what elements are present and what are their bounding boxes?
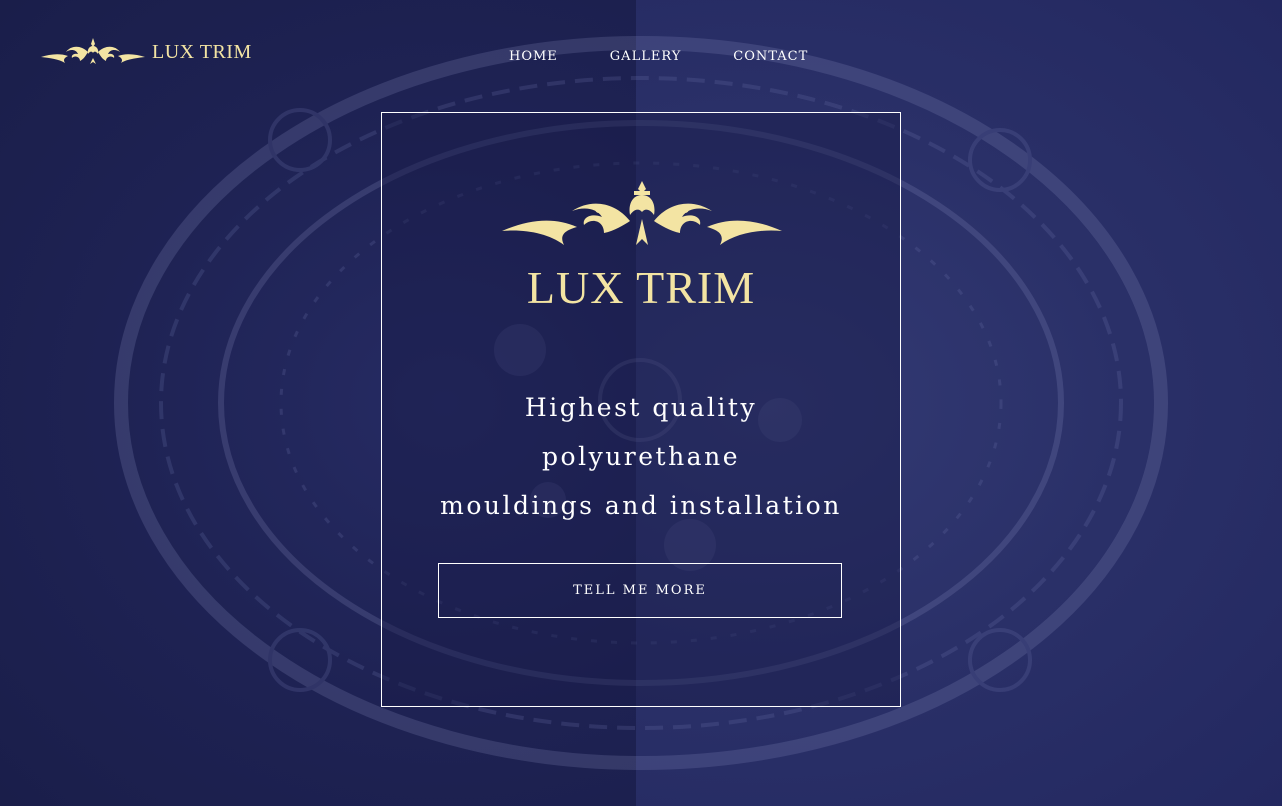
hero-tagline: Highest quality polyurethane mouldings a… [382, 383, 900, 530]
tagline-line-1: Highest quality [524, 393, 758, 422]
brand-name: LUX TRIM [152, 40, 252, 63]
hero-card: LUX TRIM Highest quality polyurethane mo… [381, 112, 901, 707]
nav-link-gallery[interactable]: GALLERY [610, 49, 682, 64]
nav-link-home[interactable]: HOME [509, 49, 558, 64]
tagline-line-2: polyurethane [542, 442, 740, 471]
hero-logo-text: LUX TRIM [526, 262, 756, 313]
tell-me-more-button[interactable]: TELL ME MORE [438, 563, 842, 618]
main-navigation: HOME GALLERY CONTACT [509, 49, 808, 64]
nav-link-contact[interactable]: CONTACT [733, 49, 808, 64]
scroll-ornament-icon [41, 38, 145, 64]
site-header: LUX TRIM HOME GALLERY CONTACT [0, 0, 1282, 100]
scroll-ornament-icon [502, 181, 782, 245]
tagline-line-3: mouldings and installation [440, 491, 842, 520]
brand-logo[interactable]: LUX TRIM [40, 36, 252, 68]
